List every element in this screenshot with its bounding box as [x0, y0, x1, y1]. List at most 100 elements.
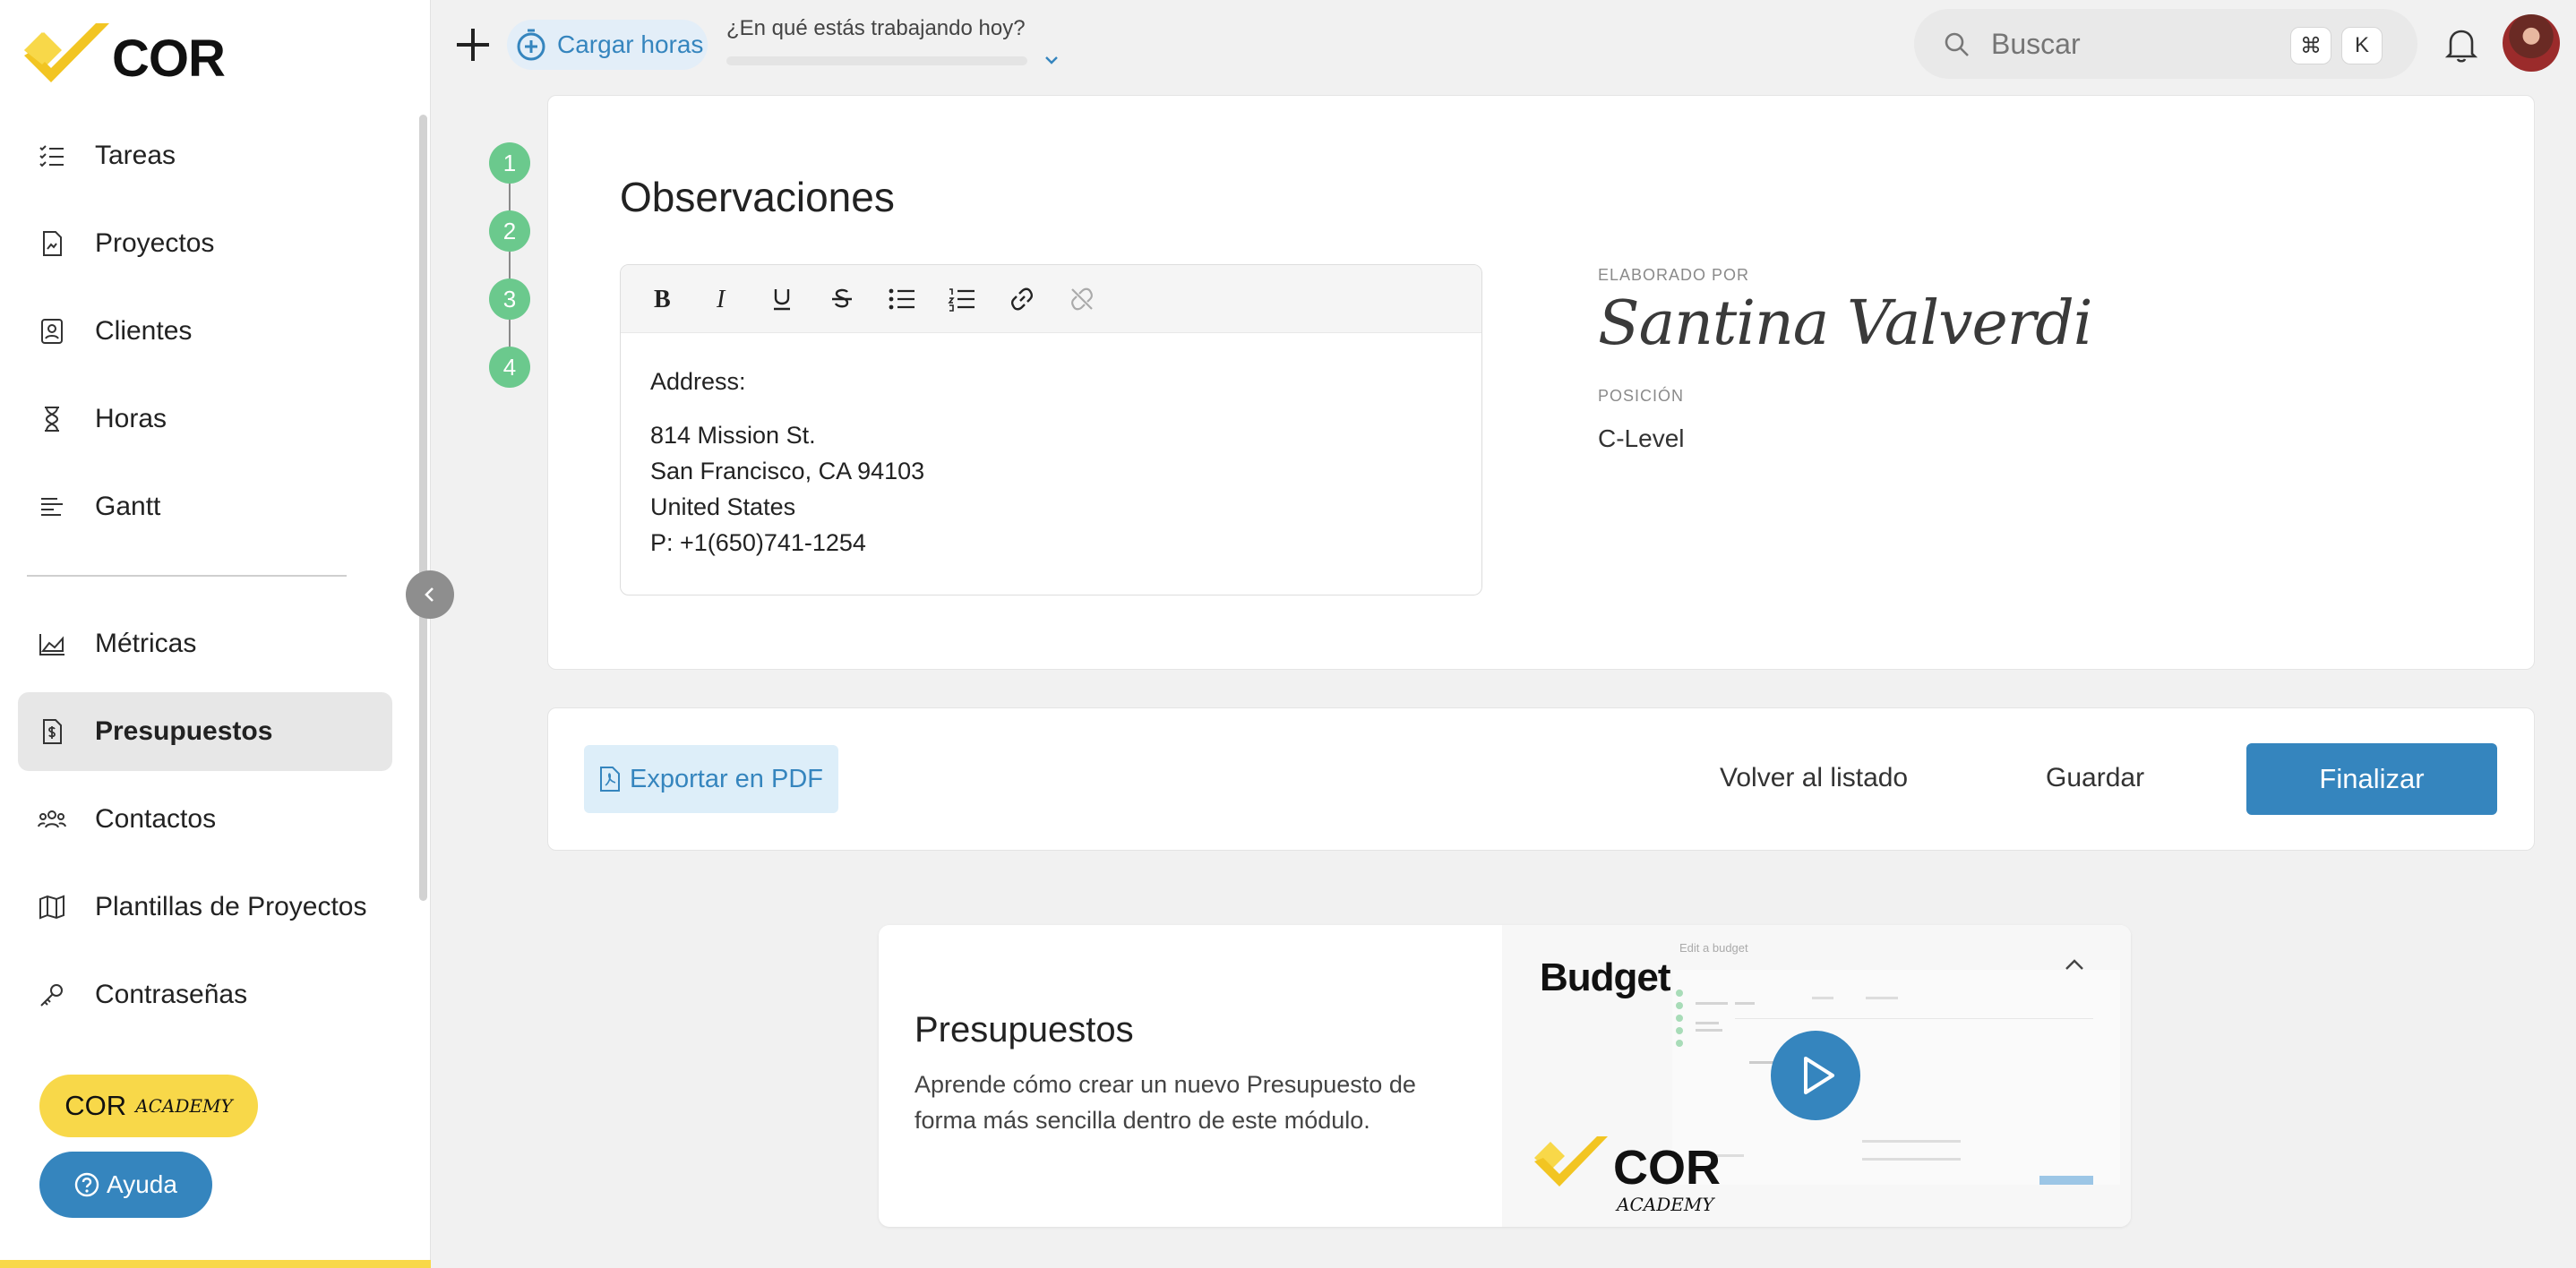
cargar-horas-label: Cargar horas — [557, 30, 704, 58]
bold-icon: B — [654, 287, 671, 312]
thumbnail-caption: Edit a budget — [1679, 941, 1748, 955]
shortcut-k-key: K — [2341, 27, 2383, 64]
timer-add-icon — [517, 29, 545, 61]
sidebar-item-label: Plantillas de Proyectos — [95, 892, 367, 921]
bold-button[interactable]: B — [644, 281, 680, 317]
cargar-horas-button[interactable]: Cargar horas — [507, 20, 708, 70]
back-to-list-button[interactable]: Volver al listado — [1720, 763, 1908, 793]
sidebar-bottom-bar — [0, 1260, 431, 1268]
finalize-button[interactable]: Finalizar — [2246, 743, 2497, 815]
academy-label: COR — [64, 1090, 127, 1121]
search-input[interactable] — [1991, 23, 2260, 64]
unlink-button[interactable] — [1064, 281, 1100, 317]
address-line: United States — [650, 493, 796, 520]
logo-text: COR — [112, 30, 226, 88]
observaciones-title: Observaciones — [620, 174, 895, 220]
numbered-list-icon — [948, 288, 975, 312]
step-2[interactable]: 2 — [489, 210, 530, 252]
tasks-icon — [39, 145, 64, 167]
sidebar-item-proyectos[interactable]: Proyectos — [18, 204, 392, 283]
sidebar-item-label: Contraseñas — [95, 980, 248, 1009]
sidebar-item-contrasenas[interactable]: Contraseñas — [18, 955, 392, 1034]
sidebar-item-label: Gantt — [95, 492, 161, 521]
cor-logo[interactable]: COR — [24, 23, 230, 88]
collapse-promo-button[interactable] — [2061, 952, 2088, 979]
shortcut-cmd-key: ⌘ — [2290, 27, 2331, 64]
collapse-sidebar-button[interactable] — [406, 570, 454, 619]
sidebar-scrollbar[interactable] — [419, 115, 427, 901]
sidebar-item-presupuestos[interactable]: Presupuestos — [18, 692, 392, 771]
key-icon — [40, 984, 63, 1007]
client-card-icon — [41, 319, 63, 344]
project-file-icon — [43, 231, 62, 256]
help-button[interactable]: Ayuda — [39, 1152, 212, 1218]
underline-button[interactable] — [764, 281, 800, 317]
sidebar-item-metricas[interactable]: Métricas — [18, 604, 392, 683]
thumbnail-logo-sub: ACADEMY — [1617, 1194, 1714, 1215]
contacts-icon — [38, 810, 66, 828]
step-3[interactable]: 3 — [489, 278, 530, 320]
thumbnail-cor-academy-logo: COR ACADEMY — [1534, 1133, 1721, 1215]
bullet-list-icon — [889, 288, 914, 310]
play-icon — [1804, 1057, 1834, 1094]
working-on-question: ¿En qué estás trabajando hoy? — [726, 16, 1026, 40]
hourglass-icon — [45, 407, 59, 432]
add-button[interactable] — [453, 25, 493, 64]
question-circle-icon — [74, 1172, 99, 1197]
thumbnail-title: Budget — [1540, 955, 1671, 999]
strikethrough-icon — [832, 288, 852, 308]
sidebar-item-plantillas[interactable]: Plantillas de Proyectos — [18, 868, 392, 947]
pdf-file-icon — [600, 767, 620, 792]
search-bar[interactable]: ⌘ K — [1914, 9, 2417, 79]
nav-divider — [27, 575, 347, 577]
working-on-dropdown[interactable] — [1042, 50, 1061, 70]
area-chart-icon — [39, 634, 64, 655]
logo-mark-icon — [1534, 1136, 1608, 1187]
editor-content[interactable]: Address: 814 Mission St. San Francisco, … — [650, 364, 924, 561]
signature: Santina Valverdi — [1598, 288, 2093, 359]
map-icon — [39, 895, 64, 920]
address-line: San Francisco, CA 94103 — [650, 458, 925, 484]
academy-promo-card: Presupuestos Aprende cómo crear un nuevo… — [879, 925, 2131, 1227]
export-pdf-button[interactable]: Exportar en PDF — [584, 745, 838, 813]
academy-sub-label: ACADEMY — [135, 1095, 233, 1117]
save-button[interactable]: Guardar — [2046, 763, 2144, 793]
promo-description: Aprende cómo crear un nuevo Presupuesto … — [914, 1071, 1416, 1134]
thumbnail-form-mockup — [1672, 970, 2120, 1185]
plus-icon — [457, 29, 489, 61]
sidebar-item-clientes[interactable]: Clientes — [18, 292, 392, 371]
play-video-button[interactable] — [1771, 1031, 1860, 1120]
step-1[interactable]: 1 — [489, 142, 530, 184]
chevron-up-icon — [2065, 959, 2083, 970]
user-avatar[interactable] — [2503, 14, 2560, 72]
step-4[interactable]: 4 — [489, 347, 530, 388]
sidebar-item-label: Contactos — [95, 804, 217, 834]
budget-file-icon — [43, 719, 62, 744]
strikethrough-button[interactable] — [824, 281, 860, 317]
bullet-list-button[interactable] — [884, 281, 920, 317]
sidebar-item-label: Proyectos — [95, 228, 215, 258]
thumbnail-logo-text: COR — [1613, 1141, 1721, 1195]
italic-button[interactable]: I — [704, 281, 740, 317]
working-on-input[interactable] — [726, 56, 1027, 65]
help-label: Ayuda — [107, 1170, 177, 1198]
notifications-button[interactable] — [2443, 25, 2479, 64]
sidebar-item-contactos[interactable]: Contactos — [18, 780, 392, 859]
sidebar: COR Tareas Proyectos Clientes Horas Gant… — [0, 0, 431, 1268]
cor-academy-button[interactable]: COR ACADEMY — [39, 1075, 258, 1137]
sidebar-item-tareas[interactable]: Tareas — [18, 116, 392, 195]
promo-title: Presupuestos — [914, 1010, 1134, 1050]
address-line: 814 Mission St. — [650, 422, 816, 449]
actions-card — [547, 707, 2535, 851]
elaborado-por-label: ELABORADO POR — [1598, 266, 1750, 284]
link-button[interactable] — [1004, 281, 1040, 317]
rich-text-editor[interactable]: B I Address: 814 Mission St. San Francis… — [620, 264, 1482, 595]
link-icon — [1010, 287, 1034, 311]
unlink-icon — [1071, 287, 1093, 311]
promo-video-thumbnail[interactable]: Budget Edit a budget COR ACADEMY — [1502, 925, 2131, 1227]
sidebar-item-gantt[interactable]: Gantt — [18, 467, 392, 546]
gantt-icon — [41, 498, 63, 516]
sidebar-item-horas[interactable]: Horas — [18, 380, 392, 458]
numbered-list-button[interactable] — [944, 281, 980, 317]
sidebar-item-label: Horas — [95, 404, 167, 433]
